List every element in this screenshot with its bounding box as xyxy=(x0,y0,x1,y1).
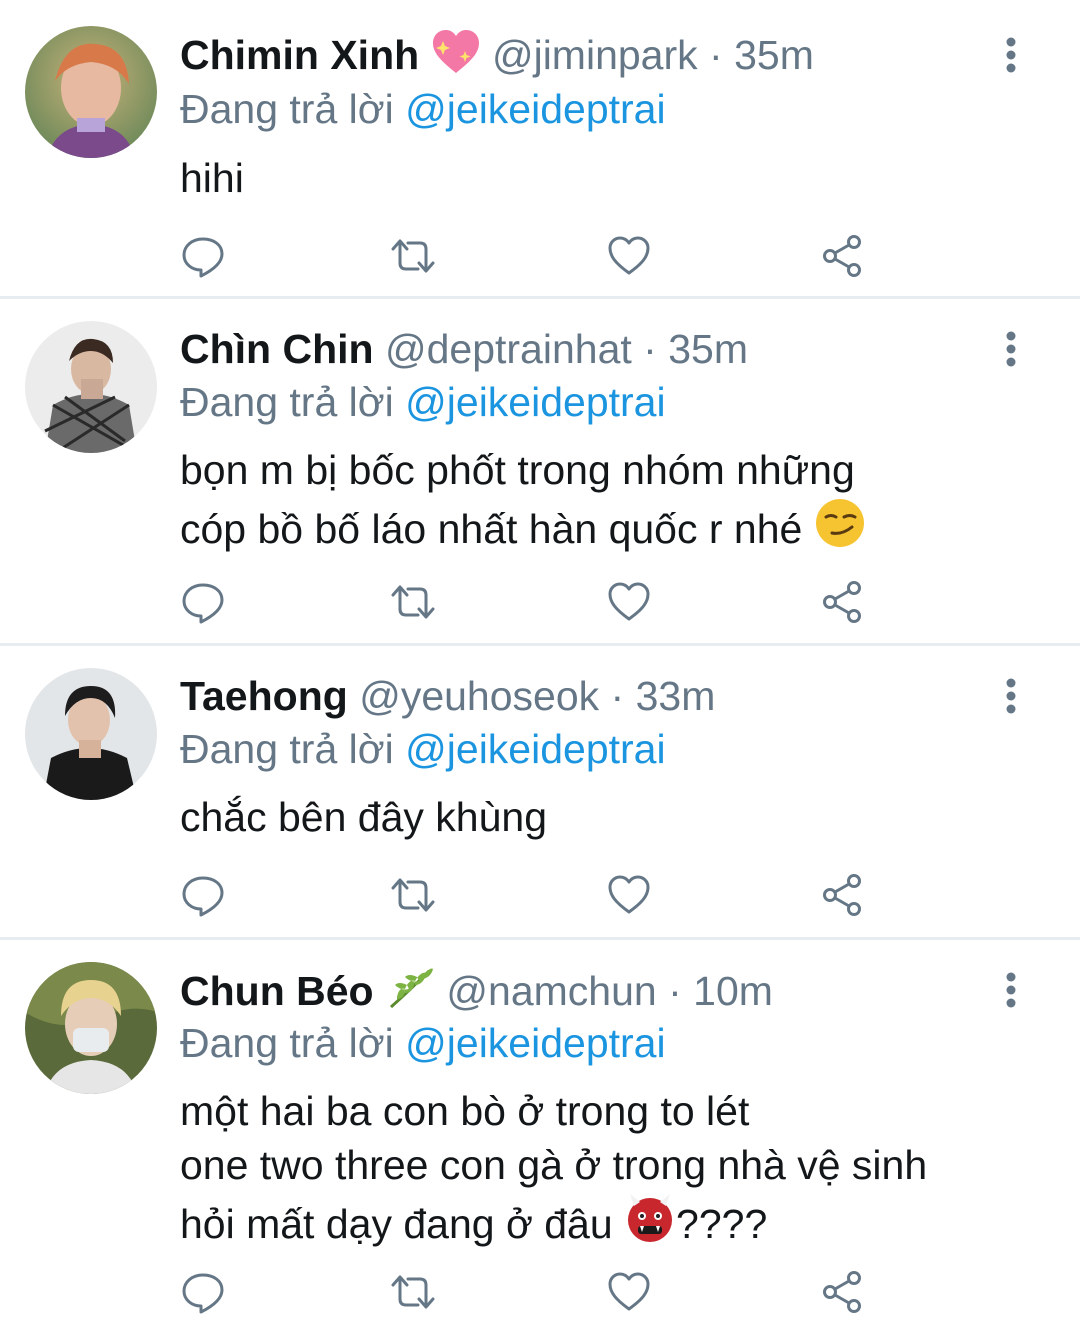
like-icon[interactable] xyxy=(606,579,656,629)
tweet-text: bọn m bị bốc phốt trong nhóm những cóp b… xyxy=(180,443,866,562)
tweet-text: một hai ba con bò ở trong to lét one two… xyxy=(180,1084,927,1257)
tweet-text-line: one two three con gà ở trong nhà vệ sinh xyxy=(180,1142,928,1188)
reply-context: Đang trả lời @jeikeideptrai xyxy=(180,84,666,134)
tweet-header: Chimin Xinh @jiminpark · 35m xyxy=(180,29,814,86)
handle[interactable]: @namchun xyxy=(446,968,656,1014)
reply-prefix: Đang trả lời xyxy=(180,86,394,132)
handle[interactable]: @yeuhoseok xyxy=(359,673,599,719)
display-name[interactable]: Chun Béo xyxy=(180,968,374,1014)
share-icon[interactable] xyxy=(820,1269,870,1319)
avatar[interactable] xyxy=(25,26,157,158)
reply-icon[interactable] xyxy=(180,1269,230,1319)
separator: · xyxy=(668,968,682,1014)
reply-icon[interactable] xyxy=(180,233,230,283)
reply-mention[interactable]: @jeikeideptrai xyxy=(405,1020,665,1066)
handle[interactable]: @jiminpark xyxy=(492,32,698,78)
tweet-text: chắc bên đây khùng xyxy=(180,790,547,844)
reply-mention[interactable]: @jeikeideptrai xyxy=(405,726,665,772)
timestamp[interactable]: 10m xyxy=(693,968,773,1014)
more-vertical-icon[interactable] xyxy=(996,671,1026,721)
sparkling-heart-icon xyxy=(431,29,481,86)
tweet-text-line: bọn m bị bốc phốt trong nhóm những xyxy=(180,447,855,493)
tweet-header: Chìn Chin @deptrainhat · 35m xyxy=(180,324,748,374)
retweet-icon[interactable] xyxy=(390,233,440,283)
avatar[interactable] xyxy=(25,962,157,1094)
tweet-text-line: hihi xyxy=(180,155,244,201)
reply-icon[interactable] xyxy=(180,579,230,629)
tweet-text-line: chắc bên đây khùng xyxy=(180,794,547,840)
like-icon[interactable] xyxy=(606,233,656,283)
herb-icon xyxy=(385,965,435,1022)
retweet-icon[interactable] xyxy=(390,1269,440,1319)
reply-icon[interactable] xyxy=(180,872,230,922)
reply-context: Đang trả lời @jeikeideptrai xyxy=(180,1018,666,1068)
reply-prefix: Đang trả lời xyxy=(180,1020,394,1066)
timestamp[interactable]: 35m xyxy=(734,32,814,78)
display-name[interactable]: Taehong xyxy=(180,673,348,719)
tweet-text-line: cóp bồ bố láo nhất hàn quốc r nhé xyxy=(180,497,866,562)
tweet[interactable]: Taehong @yeuhoseok · 33m Đang trả lời @j… xyxy=(0,646,1080,937)
smirking-face-icon xyxy=(814,497,866,562)
tweet-actions xyxy=(0,579,1080,629)
tweet-header: Taehong @yeuhoseok · 33m xyxy=(180,671,715,721)
separator: · xyxy=(610,673,625,719)
tweet[interactable]: Chìn Chin @deptrainhat · 35m Đang trả lờ… xyxy=(0,299,1080,643)
timestamp[interactable]: 33m xyxy=(636,673,716,719)
reply-context: Đang trả lời @jeikeideptrai xyxy=(180,377,666,427)
reply-mention[interactable]: @jeikeideptrai xyxy=(405,379,665,425)
share-icon[interactable] xyxy=(820,872,870,922)
tweet[interactable]: Chimin Xinh @jiminpark · 35m Đang trả lờ… xyxy=(0,0,1080,297)
ogre-face-icon xyxy=(624,1192,676,1257)
tweet-text-span: hỏi mất dạy đang ở đâu xyxy=(180,1201,613,1247)
tweet-actions xyxy=(0,233,1080,283)
more-vertical-icon[interactable] xyxy=(996,965,1026,1015)
timestamp[interactable]: 35m xyxy=(668,326,748,372)
separator: · xyxy=(709,32,723,78)
tweet-text: hihi xyxy=(180,151,244,205)
tweet-text-suffix: ???? xyxy=(676,1201,768,1247)
display-name[interactable]: Chìn Chin xyxy=(180,326,374,372)
like-icon[interactable] xyxy=(606,1269,656,1319)
retweet-icon[interactable] xyxy=(390,579,440,629)
tweet[interactable]: Chun Béo @namchun · 10m Đang trả lời @je… xyxy=(0,940,1080,1326)
reply-prefix: Đang trả lời xyxy=(180,379,394,425)
avatar[interactable] xyxy=(25,321,157,453)
separator: · xyxy=(643,326,657,372)
share-icon[interactable] xyxy=(820,233,870,283)
handle[interactable]: @deptrainhat xyxy=(385,326,632,372)
retweet-icon[interactable] xyxy=(390,872,440,922)
share-icon[interactable] xyxy=(820,579,870,629)
tweet-header: Chun Béo @namchun · 10m xyxy=(180,965,773,1022)
avatar[interactable] xyxy=(25,668,157,800)
more-vertical-icon[interactable] xyxy=(996,30,1026,80)
reply-prefix: Đang trả lời xyxy=(180,726,394,772)
tweet-text-line: hỏi mất dạy đang ở đâu ???? xyxy=(180,1192,927,1257)
display-name[interactable]: Chimin Xinh xyxy=(180,32,419,78)
tweet-actions xyxy=(0,872,1080,922)
tweet-actions xyxy=(0,1269,1080,1319)
tweet-text-line: một hai ba con bò ở trong to lét xyxy=(180,1088,750,1134)
tweet-text-span: cóp bồ bố láo nhất hàn quốc r nhé xyxy=(180,506,803,552)
like-icon[interactable] xyxy=(606,872,656,922)
more-vertical-icon[interactable] xyxy=(996,324,1026,374)
reply-context: Đang trả lời @jeikeideptrai xyxy=(180,724,666,774)
reply-mention[interactable]: @jeikeideptrai xyxy=(405,86,665,132)
